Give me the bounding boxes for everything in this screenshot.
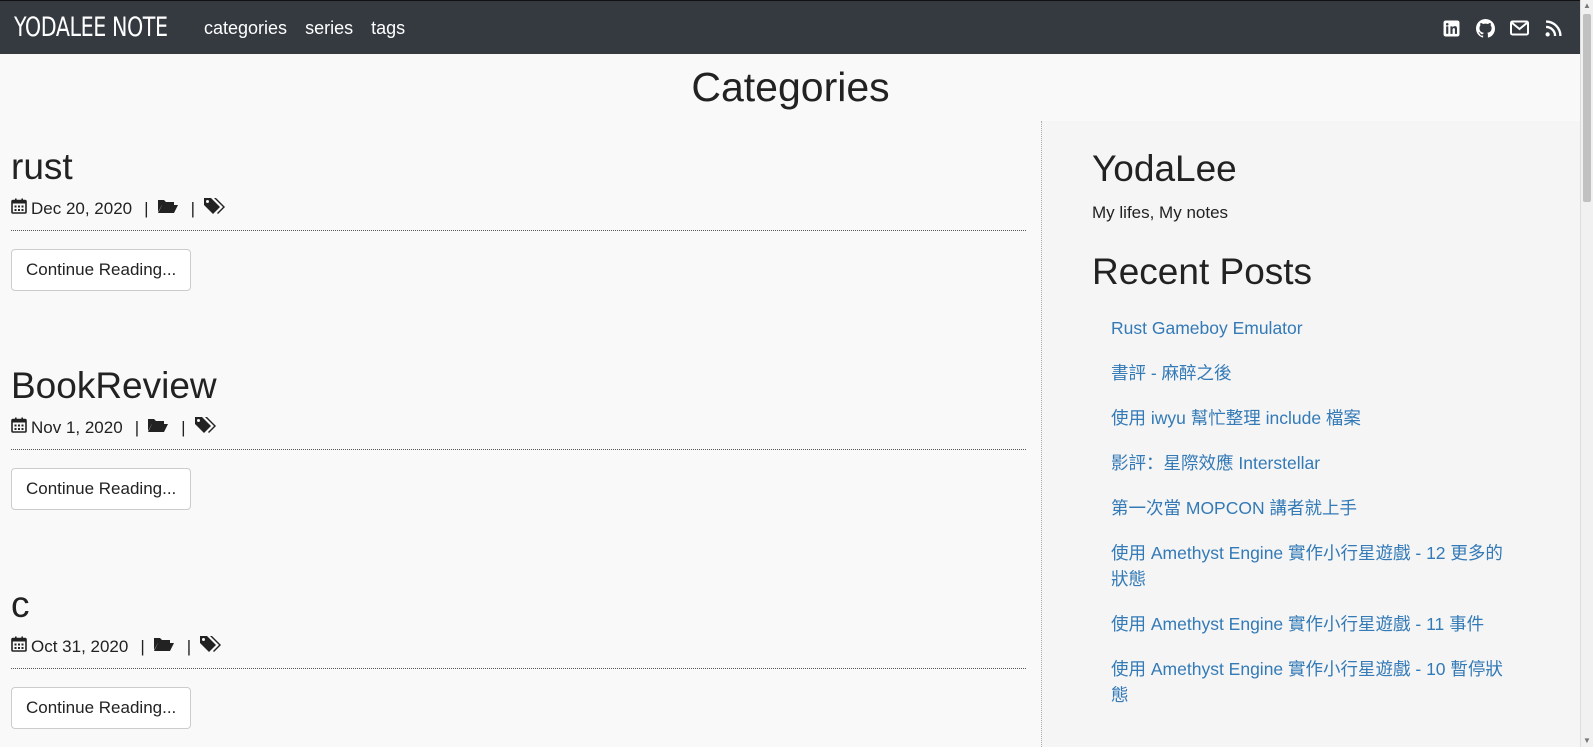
post-meta: Oct 31, 2020 | | xyxy=(11,635,1026,658)
nav-links: categories series tags xyxy=(204,18,423,39)
continue-reading-button[interactable]: Continue Reading... xyxy=(11,249,192,291)
tags-icon[interactable] xyxy=(199,635,222,658)
recent-post-link[interactable]: 書評 - 麻醉之後 xyxy=(1111,360,1511,386)
meta-separator: | xyxy=(190,198,195,218)
post-meta: Dec 20, 2020 | | xyxy=(11,197,1026,220)
sidebar: YodaLee My lifes, My notes Recent Posts … xyxy=(1041,121,1582,747)
linkedin-icon[interactable] xyxy=(1441,18,1461,38)
envelope-icon[interactable] xyxy=(1509,18,1529,38)
post-list: rust Dec 20, 2020 | | Continue Reading..… xyxy=(0,121,1041,747)
post-item: c Oct 31, 2020 | | Continue Reading... xyxy=(11,585,1026,729)
nav-link-tags[interactable]: tags xyxy=(371,18,405,39)
meta-separator: | xyxy=(181,417,186,437)
folder-open-icon[interactable] xyxy=(157,198,179,219)
post-date: Oct 31, 2020 xyxy=(31,636,129,656)
folder-open-icon[interactable] xyxy=(147,417,169,438)
scroll-up-arrow-icon[interactable]: ▲ xyxy=(1583,2,1591,10)
post-title[interactable]: c xyxy=(11,585,1026,625)
calendar-icon xyxy=(11,636,27,657)
recent-post-link[interactable]: 第一次當 MOPCON 講者就上手 xyxy=(1111,495,1511,521)
divider xyxy=(11,230,1026,231)
divider xyxy=(11,668,1026,669)
meta-separator: | xyxy=(144,198,149,218)
recent-post-link[interactable]: 影評：星際效應 Interstellar xyxy=(1111,450,1511,476)
post-date: Nov 1, 2020 xyxy=(31,417,123,437)
tags-icon[interactable] xyxy=(203,197,225,220)
folder-open-icon[interactable] xyxy=(153,636,175,657)
site-brand[interactable]: YODALEE NOTE xyxy=(14,12,168,43)
meta-separator: | xyxy=(140,636,145,656)
github-icon[interactable] xyxy=(1475,18,1495,38)
top-navbar: YODALEE NOTE categories series tags xyxy=(0,0,1581,54)
author-name: YodaLee xyxy=(1092,148,1237,189)
nav-link-series[interactable]: series xyxy=(305,18,353,39)
page-scrollbar[interactable]: ▲ ▼ xyxy=(1580,0,1593,747)
tags-icon[interactable] xyxy=(194,416,216,439)
post-item: rust Dec 20, 2020 | | Continue Reading..… xyxy=(11,147,1026,291)
post-title[interactable]: rust xyxy=(11,147,1026,187)
continue-reading-button[interactable]: Continue Reading... xyxy=(11,468,192,510)
rss-icon[interactable] xyxy=(1543,18,1563,38)
meta-separator: | xyxy=(186,636,192,656)
author-description: My lifes, My notes xyxy=(1092,203,1229,222)
social-links xyxy=(1441,18,1563,38)
continue-reading-button[interactable]: Continue Reading... xyxy=(11,687,192,729)
post-item: BookReview Nov 1, 2020 | | Continue Read… xyxy=(11,366,1026,510)
recent-post-link[interactable]: 使用 Amethyst Engine 實作小行星遊戲 - 12 更多的狀態 xyxy=(1111,540,1511,592)
nav-link-categories[interactable]: categories xyxy=(204,18,287,39)
recent-posts-list: Rust Gameboy Emulator 書評 - 麻醉之後 使用 iwyu … xyxy=(1111,315,1511,727)
recent-post-link[interactable]: Rust Gameboy Emulator xyxy=(1111,315,1511,341)
post-title[interactable]: BookReview xyxy=(11,366,1026,406)
recent-post-link[interactable]: 使用 Amethyst Engine 實作小行星遊戲 - 11 事件 xyxy=(1111,611,1511,637)
calendar-icon xyxy=(11,417,27,438)
recent-posts-heading: Recent Posts xyxy=(1092,251,1313,292)
post-date: Dec 20, 2020 xyxy=(31,198,133,218)
scroll-down-arrow-icon[interactable]: ▼ xyxy=(1583,737,1591,745)
post-meta: Nov 1, 2020 | | xyxy=(11,416,1026,439)
calendar-icon xyxy=(11,198,27,219)
divider xyxy=(11,449,1026,450)
recent-post-link[interactable]: 使用 Amethyst Engine 實作小行星遊戲 - 10 暫停狀態 xyxy=(1111,656,1511,708)
recent-post-link[interactable]: 使用 iwyu 幫忙整理 include 檔案 xyxy=(1111,405,1511,431)
scrollbar-thumb[interactable] xyxy=(1583,14,1591,202)
meta-separator: | xyxy=(134,417,140,437)
page-title: Categories xyxy=(691,64,890,110)
